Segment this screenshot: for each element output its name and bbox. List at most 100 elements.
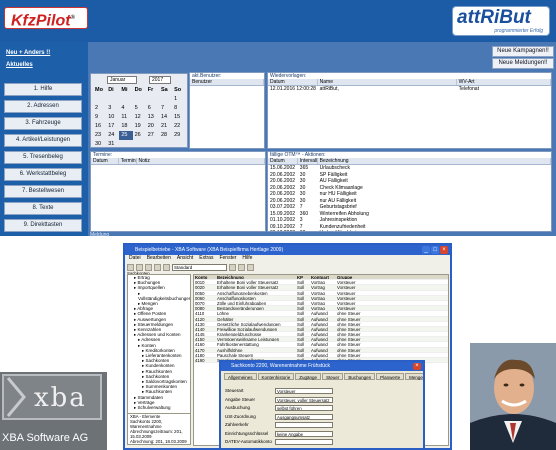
weekday-label: Mi bbox=[121, 87, 128, 93]
calendar-day[interactable]: 5 bbox=[133, 104, 146, 113]
dialog-field-input[interactable]: keine Angabe bbox=[275, 430, 333, 437]
calendar-day[interactable]: 31 bbox=[106, 140, 119, 149]
menu-item[interactable]: Ansicht bbox=[177, 255, 193, 262]
nav-vehicles-button[interactable]: 3. Fahrzeuge bbox=[4, 117, 82, 130]
calendar-day[interactable]: 23 bbox=[93, 131, 106, 140]
current-link[interactable]: Aktuelles bbox=[6, 62, 33, 68]
menu-item[interactable]: Extras bbox=[199, 255, 213, 262]
grid-cell: ohne Steuer bbox=[337, 347, 361, 352]
grid-cell: Freiwillige Sozialaufwendungen bbox=[217, 326, 278, 332]
grid-cell: Aufwand bbox=[311, 316, 328, 321]
menu-item[interactable]: Fenster bbox=[219, 255, 236, 262]
calendar-day[interactable]: 8 bbox=[172, 104, 185, 113]
menu-item[interactable]: Hilfe bbox=[242, 255, 252, 262]
xba-logo-mark: xba bbox=[2, 374, 102, 420]
filter-icon[interactable] bbox=[229, 263, 236, 271]
dialog-tab[interactable]: Zugänge bbox=[295, 373, 322, 380]
nav-workshop-receipt-button[interactable]: 6. Werkstattbeleg bbox=[4, 168, 82, 181]
calendar-day[interactable]: 27 bbox=[146, 131, 159, 140]
nav-ordering-button[interactable]: 7. Bestellwesen bbox=[4, 185, 82, 198]
nav-addresses-button[interactable]: 2. Adressen bbox=[4, 100, 82, 113]
calendar-day[interactable]: 4 bbox=[119, 104, 132, 113]
calendar-day[interactable]: 3 bbox=[106, 104, 119, 113]
minimize-icon[interactable]: _ bbox=[422, 246, 430, 254]
dialog-tab[interactable]: Planwerte bbox=[376, 373, 405, 380]
calendar-day[interactable]: 15 bbox=[172, 113, 185, 122]
tree-item[interactable]: ▸ Vollständigkeitsbuchungen bbox=[130, 291, 190, 301]
calendar-day[interactable]: 26 bbox=[133, 131, 146, 140]
calendar-day[interactable]: 6 bbox=[146, 104, 159, 113]
dialog-field-input[interactable] bbox=[275, 439, 333, 445]
followups-header: Datum Name WV-Art bbox=[268, 79, 551, 86]
dialog-close-icon[interactable]: × bbox=[413, 363, 421, 370]
nav-counter-receipt-button[interactable]: 5. Tresenbeleg bbox=[4, 151, 82, 164]
refresh-icon[interactable] bbox=[238, 263, 245, 271]
news-link[interactable]: Neu + Anders !! bbox=[6, 50, 50, 56]
dialog-tabs: Allgemeines Kontenhistorie Zugänge Steuer Bu… bbox=[221, 373, 423, 380]
attribut-tagline: programmierter Erfolg bbox=[494, 28, 543, 34]
calendar-day[interactable]: 13 bbox=[146, 113, 159, 122]
calendar-day[interactable]: 24 bbox=[106, 131, 119, 140]
calendar-day[interactable]: 12 bbox=[133, 113, 146, 122]
grid-cell: Löhne bbox=[217, 311, 229, 316]
due-action-row[interactable]: 09.10.200230Verkauf Nachbetreuung bbox=[268, 230, 551, 231]
dialog-field-input[interactable]: Vorsteuer bbox=[275, 388, 333, 394]
nav-articles-button[interactable]: 4. Artikel/Leistungen bbox=[4, 134, 82, 147]
calendar-day[interactable]: 14 bbox=[159, 113, 172, 122]
nav-hotkeys-button[interactable]: 9. Direkttasten bbox=[4, 219, 82, 232]
attribut-brand-text: attRiBut bbox=[457, 7, 531, 28]
tree-item[interactable]: ▸ Schulverwaltung bbox=[130, 405, 190, 410]
calendar-day[interactable]: 9 bbox=[93, 113, 106, 122]
calendar-day[interactable]: 7 bbox=[159, 104, 172, 113]
maximize-icon[interactable]: □ bbox=[431, 246, 439, 254]
calendar-day[interactable]: 28 bbox=[159, 131, 172, 140]
dashboard: Neue Kampagnen!! Neue Meldungen!! Januar… bbox=[88, 42, 556, 238]
dialog-tab[interactable]: Allgemeines bbox=[224, 373, 257, 380]
calendar-day bbox=[106, 95, 119, 104]
new-campaigns-button[interactable]: Neue Kampagnen!! bbox=[492, 46, 554, 57]
print-icon[interactable] bbox=[154, 263, 161, 271]
calendar-day[interactable]: 18 bbox=[119, 122, 132, 131]
calendar-day[interactable]: 17 bbox=[106, 122, 119, 131]
save-icon[interactable] bbox=[145, 263, 152, 271]
new-messages-button[interactable]: Neue Meldungen!! bbox=[492, 58, 554, 69]
calendar-day[interactable]: 30 bbox=[93, 140, 106, 149]
followup-row[interactable]: 12.01.2016 12:00:28 attRiBut, Telefonat bbox=[268, 86, 551, 93]
navigation-tree[interactable]: ▸ Ertrag ▸ Buchungen ▸ Importquellen ▸ Voll… bbox=[127, 274, 191, 414]
calendar-day[interactable]: 16 bbox=[93, 122, 106, 131]
dialog-tab[interactable]: Steuer bbox=[322, 373, 344, 380]
dialog-tab[interactable]: Buchungen bbox=[344, 373, 376, 380]
calendar-day[interactable]: 21 bbox=[159, 122, 172, 131]
menu-item[interactable]: Datei bbox=[129, 255, 141, 262]
calendar-day[interactable]: 1 bbox=[172, 95, 185, 104]
dialog-tab[interactable]: Mengen bbox=[405, 373, 423, 380]
calendar-day[interactable]: 22 bbox=[172, 122, 185, 131]
month-select[interactable]: Januar bbox=[107, 76, 137, 84]
dialog-title: Sachkonto 2200, Warenentnahme Frühstück bbox=[231, 363, 331, 369]
nav-texts-button[interactable]: 8. Texte bbox=[4, 202, 82, 215]
view-select[interactable]: Standard bbox=[172, 263, 227, 271]
open-icon[interactable] bbox=[136, 263, 143, 271]
calendar-day[interactable]: 29 bbox=[172, 131, 185, 140]
new-icon[interactable] bbox=[127, 263, 134, 271]
dialog-field-input[interactable]: selbst führen bbox=[275, 405, 333, 411]
calendar-today[interactable]: 25 bbox=[119, 131, 133, 140]
settings-icon[interactable] bbox=[247, 263, 254, 271]
grid-cell: Vorsteuer bbox=[337, 285, 356, 290]
menu-item[interactable]: Bearbeiten bbox=[147, 255, 171, 262]
dialog-field-input[interactable] bbox=[275, 422, 333, 428]
calendar-day[interactable]: 20 bbox=[146, 122, 159, 131]
dialog-tab[interactable]: Kontenhistorie bbox=[257, 373, 295, 380]
search-icon[interactable] bbox=[163, 263, 170, 271]
calendar-day[interactable]: 2 bbox=[93, 104, 106, 113]
nav-help-button[interactable]: 1. Hilfe bbox=[4, 83, 82, 96]
close-icon[interactable]: × bbox=[440, 246, 448, 254]
dialog-field-input[interactable]: Ausgangsumsatz bbox=[275, 413, 333, 420]
calendar-day[interactable]: 10 bbox=[106, 113, 119, 122]
calendar-day[interactable]: 11 bbox=[119, 113, 132, 122]
calendar-day[interactable]: 19 bbox=[133, 122, 146, 131]
dialog-field-input[interactable]: Vorsteuer, voller Steuersatz bbox=[275, 396, 333, 403]
xba-company-name: XBA Software AG bbox=[2, 432, 89, 444]
kfzpilot-window: KfzPilot® attRiBut programmierter Erfolg… bbox=[0, 0, 556, 238]
year-select[interactable]: 2017 bbox=[149, 76, 171, 84]
